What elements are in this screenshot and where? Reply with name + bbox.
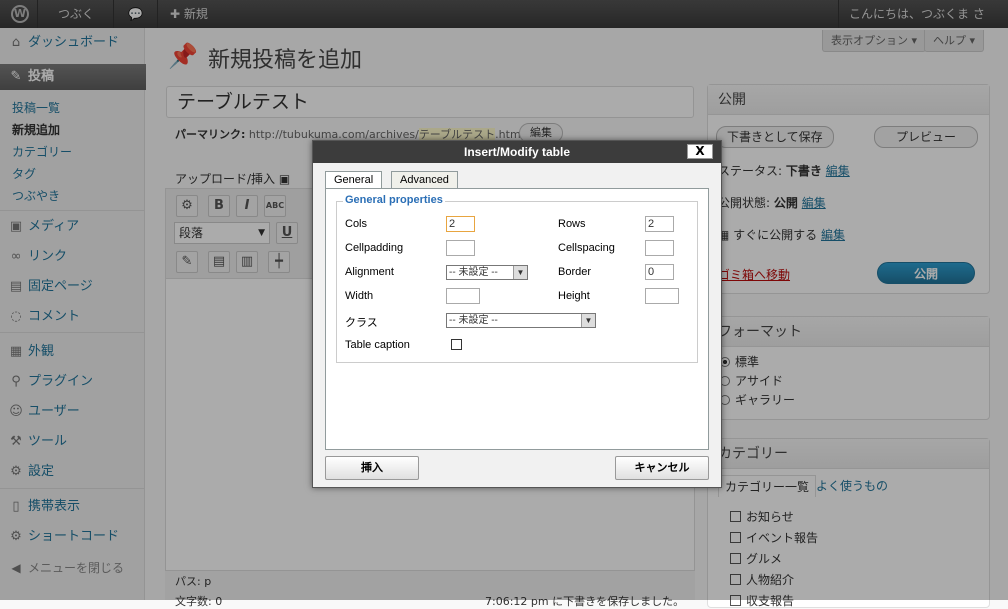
width-input[interactable] <box>446 288 480 304</box>
border-label: Border <box>558 266 592 278</box>
class-value: -- 未設定 -- <box>449 315 498 326</box>
cols-label: Cols <box>345 218 368 230</box>
dialog-title: Insert/Modify table <box>313 141 721 163</box>
alignment-label: Alignment <box>345 266 394 278</box>
cols-input[interactable]: 2 <box>446 216 475 232</box>
cellspacing-label: Cellspacing <box>558 242 615 254</box>
general-panel: General properties Cols 2 Rows 2 Cellpad… <box>325 188 709 450</box>
caption-checkbox[interactable] <box>451 339 462 350</box>
fieldset-legend: General properties <box>343 194 445 206</box>
cellspacing-input[interactable] <box>645 240 674 256</box>
general-fieldset: General properties Cols 2 Rows 2 Cellpad… <box>336 194 698 363</box>
height-label: Height <box>558 290 590 302</box>
insert-button[interactable]: 挿入 <box>325 456 419 480</box>
tab-advanced[interactable]: Advanced <box>391 171 458 189</box>
chevron-down-icon: ▼ <box>513 266 527 279</box>
border-input[interactable]: 0 <box>645 264 674 280</box>
alignment-value: -- 未設定 -- <box>449 267 498 278</box>
close-icon[interactable]: X <box>687 144 713 159</box>
insert-table-dialog: Insert/Modify table X General Advanced G… <box>312 140 722 488</box>
rows-label: Rows <box>558 218 586 230</box>
class-label: クラス <box>345 317 378 329</box>
cancel-button[interactable]: キャンセル <box>615 456 709 480</box>
width-label: Width <box>345 290 374 302</box>
cellpadding-input[interactable] <box>446 240 475 256</box>
alignment-select[interactable]: -- 未設定 -- ▼ <box>446 265 528 280</box>
caption-label: Table caption <box>345 339 410 351</box>
height-input[interactable] <box>645 288 679 304</box>
chevron-down-icon: ▼ <box>581 314 595 327</box>
cellpadding-label: Cellpadding <box>345 242 404 254</box>
class-select[interactable]: -- 未設定 -- ▼ <box>446 313 596 328</box>
rows-input[interactable]: 2 <box>645 216 674 232</box>
